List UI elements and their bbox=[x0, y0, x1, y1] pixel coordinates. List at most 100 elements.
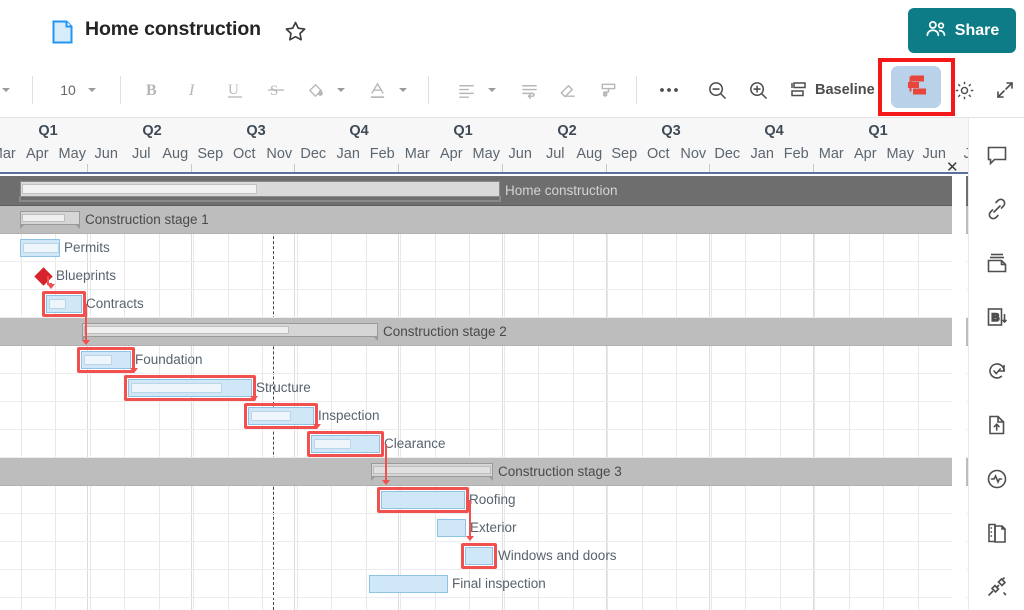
toolbar-divider-1 bbox=[32, 76, 33, 104]
summary-row-construction-stage-3[interactable]: Construction stage 3 bbox=[0, 458, 968, 486]
bold-button[interactable]: B bbox=[138, 62, 166, 118]
clear-format-button[interactable] bbox=[554, 62, 580, 118]
rail-cards[interactable] bbox=[982, 248, 1012, 278]
svg-text:S: S bbox=[270, 83, 278, 99]
rail-integrations[interactable] bbox=[982, 572, 1012, 602]
month-label: Mar bbox=[0, 146, 21, 162]
task-row-permits[interactable]: Permits bbox=[0, 234, 968, 262]
rail-reports[interactable] bbox=[982, 518, 1012, 548]
people-icon bbox=[925, 20, 947, 41]
timeline-scale[interactable]: Q1Q2Q3Q4Q1Q2Q3Q4Q1MarAprMayJunJulAugSepO… bbox=[0, 118, 968, 174]
italic-button[interactable]: I bbox=[180, 62, 208, 118]
baseline-label[interactable]: Baseline bbox=[815, 62, 885, 118]
task-row-windows-and-doors[interactable]: Windows and doors bbox=[0, 542, 968, 570]
zoom-out-button[interactable] bbox=[703, 62, 731, 118]
gantt-chart[interactable]: Home construction Construction stage 1 Per… bbox=[0, 176, 968, 610]
summary-row-construction-stage-1[interactable]: Construction stage 1 bbox=[0, 206, 968, 234]
activity-icon bbox=[985, 467, 1009, 491]
toolbar-divider-2 bbox=[120, 76, 121, 104]
bar-label: Permits bbox=[64, 239, 110, 257]
dep-roofing-to-windows bbox=[469, 500, 471, 536]
cards-icon bbox=[985, 251, 1009, 275]
quarter-tick bbox=[398, 164, 399, 174]
task-bar[interactable] bbox=[311, 435, 380, 453]
svg-text:B: B bbox=[146, 82, 157, 99]
strikethrough-button[interactable]: S bbox=[262, 62, 290, 118]
fill-color-caret[interactable] bbox=[332, 62, 350, 118]
task-bar[interactable] bbox=[81, 351, 131, 369]
task-bar[interactable] bbox=[465, 547, 493, 565]
summary-bar[interactable] bbox=[82, 323, 378, 337]
task-bar[interactable] bbox=[248, 407, 314, 425]
quarter-tick bbox=[709, 164, 710, 174]
bar-label: Construction stage 2 bbox=[383, 323, 507, 341]
baseline-icon-button[interactable] bbox=[786, 62, 812, 118]
task-bar[interactable] bbox=[20, 239, 60, 257]
quarter-tick bbox=[191, 164, 192, 174]
plug-icon bbox=[985, 575, 1009, 599]
task-row-structure[interactable]: Structure bbox=[0, 374, 968, 402]
month-label: Apr bbox=[848, 146, 883, 162]
summary-bar[interactable] bbox=[371, 463, 493, 477]
bar-label: Structure bbox=[256, 379, 311, 397]
task-row-exterior[interactable]: Exterior bbox=[0, 514, 968, 542]
underline-button[interactable]: U bbox=[221, 62, 249, 118]
gantt-vertical-scrollbar[interactable] bbox=[952, 176, 966, 610]
task-row-contracts[interactable]: Contracts bbox=[0, 290, 968, 318]
month-label: Jan bbox=[745, 146, 780, 162]
task-row-foundation[interactable]: Foundation bbox=[0, 346, 968, 374]
more-options-button[interactable] bbox=[655, 62, 683, 118]
task-bar[interactable] bbox=[369, 575, 448, 593]
wrap-text-button[interactable] bbox=[516, 62, 542, 118]
project-row-home-construction[interactable]: Home construction bbox=[0, 176, 968, 206]
task-bar[interactable] bbox=[381, 491, 465, 509]
expand-icon[interactable] bbox=[992, 62, 1018, 118]
task-bar[interactable] bbox=[128, 379, 252, 397]
critical-path-button[interactable] bbox=[891, 66, 941, 108]
fill-color-button[interactable] bbox=[303, 62, 327, 118]
month-label: Dec bbox=[710, 146, 745, 162]
font-size-select[interactable]: 10 bbox=[50, 62, 106, 118]
rail-sync[interactable] bbox=[982, 356, 1012, 386]
summary-bar[interactable] bbox=[20, 211, 80, 225]
task-row-inspection[interactable]: Inspection bbox=[0, 402, 968, 430]
share-button[interactable]: Share bbox=[908, 8, 1016, 53]
task-row-blueprints[interactable]: Blueprints bbox=[0, 262, 968, 290]
month-label: Feb bbox=[779, 146, 814, 162]
task-row-roofing[interactable]: Roofing bbox=[0, 486, 968, 514]
align-caret[interactable] bbox=[483, 62, 501, 118]
task-progress bbox=[23, 243, 59, 253]
rail-publish[interactable] bbox=[982, 410, 1012, 440]
text-color-caret[interactable] bbox=[394, 62, 412, 118]
align-button[interactable] bbox=[453, 62, 479, 118]
rail-baseline[interactable]: B bbox=[982, 302, 1012, 332]
project-bar[interactable] bbox=[20, 181, 500, 197]
month-label: Sep bbox=[607, 146, 642, 162]
text-color-button[interactable] bbox=[365, 62, 389, 118]
task-row-clearance[interactable]: Clearance bbox=[0, 430, 968, 458]
zoom-in-button[interactable] bbox=[744, 62, 772, 118]
app-header: Home construction Share bbox=[0, 0, 1024, 62]
task-bar[interactable] bbox=[46, 295, 82, 313]
dep-foundation-to-structure bbox=[133, 360, 135, 368]
quarter-label: Q4 bbox=[744, 123, 804, 139]
summary-row-construction-stage-2[interactable]: Construction stage 2 bbox=[0, 318, 968, 346]
rail-attachments[interactable] bbox=[982, 194, 1012, 224]
font-family-caret[interactable] bbox=[0, 62, 18, 118]
format-painter-button[interactable] bbox=[595, 62, 621, 118]
month-label: Feb bbox=[365, 146, 400, 162]
task-bar[interactable] bbox=[437, 519, 466, 537]
bar-label: Construction stage 1 bbox=[85, 211, 209, 229]
bar-label: Roofing bbox=[469, 491, 516, 509]
task-row-final-inspection[interactable]: Final inspection bbox=[0, 570, 968, 598]
star-icon[interactable] bbox=[284, 20, 307, 43]
quarter-tick bbox=[606, 164, 607, 174]
link-icon bbox=[985, 197, 1009, 221]
rail-activity[interactable] bbox=[982, 464, 1012, 494]
rail-comments[interactable] bbox=[982, 140, 1012, 170]
close-icon[interactable]: ✕ bbox=[946, 160, 959, 175]
quarter-label: Q1 bbox=[18, 123, 78, 139]
gear-icon[interactable] bbox=[951, 62, 977, 118]
month-label: May bbox=[55, 146, 90, 162]
right-sidebar: B bbox=[968, 118, 1024, 610]
